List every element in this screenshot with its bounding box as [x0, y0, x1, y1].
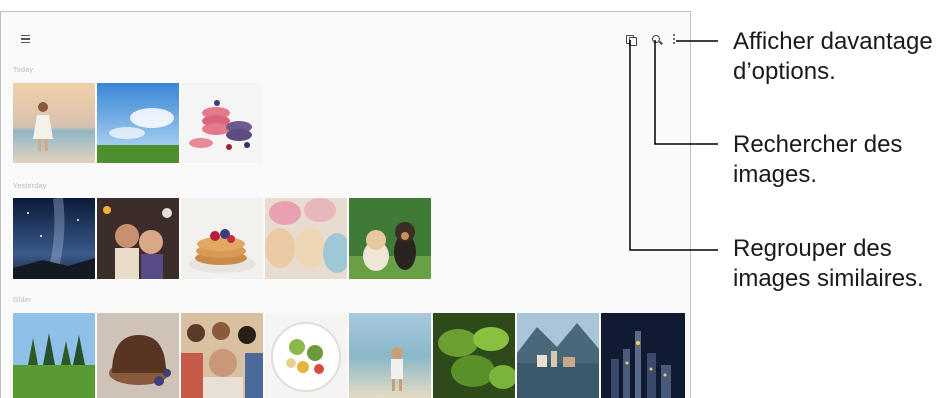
- callout-line-search: [654, 40, 718, 145]
- callout-group-line2: images similaires.: [733, 265, 924, 292]
- callout-search: Rechercher des images.: [733, 130, 902, 190]
- callout-search-line1: Rechercher des: [733, 131, 903, 158]
- callout-group-similar: Regrouper des images similaires.: [733, 234, 924, 294]
- callout-search-line2: images.: [733, 161, 818, 188]
- callout-group-line1: Regrouper des: [733, 235, 892, 262]
- callout-more-line1: Afficher davantage: [733, 28, 933, 55]
- callout-more-options: Afficher davantage d’options.: [733, 27, 933, 87]
- callout-more-line2: d’options.: [733, 58, 836, 85]
- callout-line-group: [629, 40, 718, 251]
